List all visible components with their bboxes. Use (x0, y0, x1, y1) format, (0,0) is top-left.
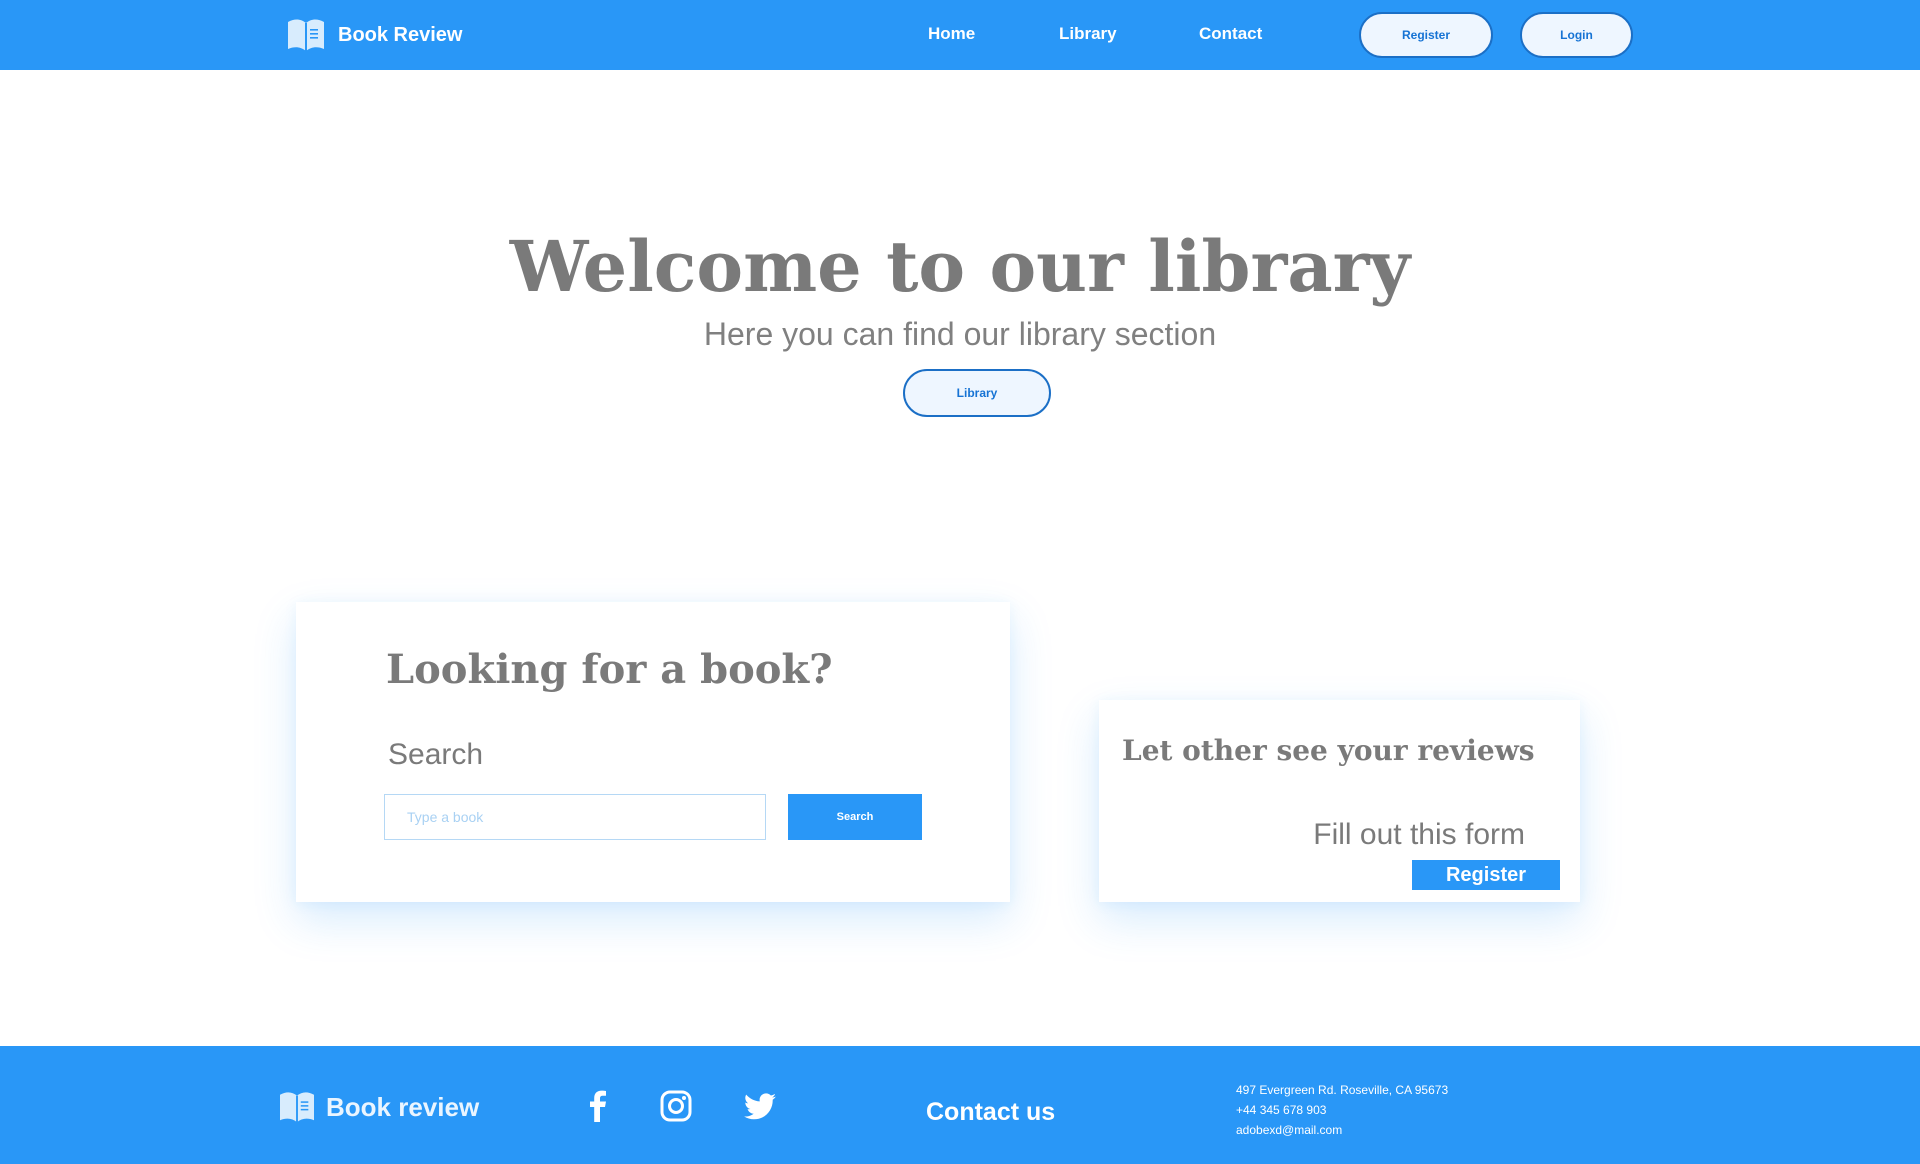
contact-info: 497 Evergreen Rd. Roseville, CA 95673 +4… (1236, 1080, 1448, 1140)
search-card-title: Looking for a book? (386, 646, 833, 693)
hero-title: Welcome to our library (509, 225, 1411, 308)
open-book-icon (288, 19, 324, 51)
instagram-icon[interactable] (658, 1088, 694, 1124)
facebook-icon[interactable] (580, 1088, 616, 1124)
library-button[interactable]: Library (903, 369, 1051, 417)
contact-us-link[interactable]: Contact us (926, 1098, 1055, 1127)
footer: Book review Contact us 497 Evergreen Rd.… (0, 1046, 1920, 1164)
contact-email[interactable]: adobexd@mail.com (1236, 1120, 1448, 1140)
nav-home-link[interactable]: Home (928, 24, 975, 44)
top-navbar: Book Review Home Library Contact Registe… (0, 0, 1920, 70)
login-button[interactable]: Login (1520, 12, 1633, 58)
hero-subtitle: Here you can find our library section (703, 316, 1217, 352)
footer-brand-name: Book review (326, 1091, 480, 1122)
register-button[interactable]: Register (1359, 12, 1493, 58)
brand-name: Book Review (338, 23, 463, 46)
review-register-button[interactable]: Register (1412, 860, 1560, 890)
search-card: Looking for a book? Search Search (296, 602, 1010, 902)
review-card-title: Let other see your reviews (1122, 734, 1535, 767)
search-button[interactable]: Search (788, 794, 922, 840)
open-book-icon (280, 1092, 314, 1123)
book-search-input[interactable] (384, 794, 766, 840)
nav-contact-link[interactable]: Contact (1199, 24, 1262, 44)
review-card: Let other see your reviews Fill out this… (1099, 700, 1580, 902)
footer-brand-link[interactable]: Book review (278, 1090, 479, 1124)
twitter-icon[interactable] (742, 1088, 778, 1124)
review-card-subtitle: Fill out this form (1313, 818, 1525, 851)
search-label: Search (388, 738, 484, 771)
brand-logo-link[interactable]: Book Review (286, 16, 462, 54)
contact-address: 497 Evergreen Rd. Roseville, CA 95673 (1236, 1083, 1449, 1097)
nav-library-link[interactable]: Library (1059, 24, 1117, 44)
contact-phone: +44 345 678 903 (1236, 1103, 1327, 1117)
